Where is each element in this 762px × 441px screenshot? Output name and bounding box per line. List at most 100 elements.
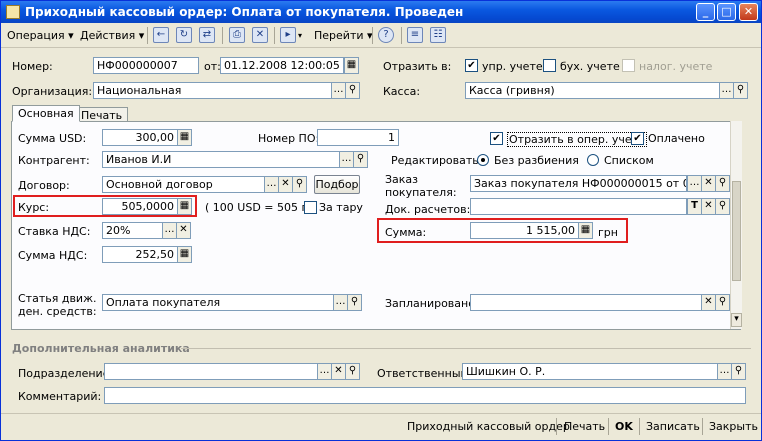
vat-sum-calculator-icon[interactable]: ▦	[177, 246, 192, 263]
back-arrow-icon[interactable]: ←	[153, 27, 169, 43]
planned-search-icon[interactable]: ⚲	[715, 294, 730, 311]
upr-checkbox[interactable]: ✔	[465, 59, 478, 72]
vat-sum-field[interactable]: 252,50	[102, 246, 178, 263]
sum-usd-field[interactable]: 300,00	[102, 129, 178, 146]
date-field[interactable]: 01.12.2008 12:00:05	[220, 57, 344, 74]
select-button[interactable]: Подбор	[314, 175, 360, 194]
doc-calc-label: Док. расчетов:	[385, 203, 471, 216]
rate-field[interactable]: 505,0000	[102, 198, 178, 215]
responsible-search-icon[interactable]: ⚲	[731, 363, 746, 380]
toolbar-separator	[401, 27, 402, 44]
vat-rate-ellipsis-icon[interactable]: …	[162, 222, 177, 239]
planned-clear-icon[interactable]: ✕	[701, 294, 716, 311]
doc-calc-clear-icon[interactable]: ✕	[701, 198, 716, 215]
calendar-icon[interactable]: ▦	[344, 57, 359, 74]
print-form-button[interactable]: Приходный кассовый ордер	[407, 420, 570, 433]
counterparty-search-icon[interactable]: ⚲	[353, 151, 368, 168]
reflect-oper-label: Отразить в опер. учете	[507, 132, 647, 147]
buh-checkbox[interactable]	[543, 59, 556, 72]
counterparty-field[interactable]: Иванов И.И	[102, 151, 340, 168]
print-preview-icon[interactable]: ⎙	[229, 27, 245, 43]
upr-label: упр. учете	[482, 60, 543, 73]
minimize-button[interactable]: _	[696, 3, 715, 21]
vat-rate-field[interactable]: 20%	[102, 222, 163, 239]
reflect-oper-checkbox[interactable]: ✔	[490, 132, 503, 145]
doc-calc-type-icon[interactable]: T	[687, 198, 702, 215]
responsible-field[interactable]: Шишкин О. Р.	[462, 363, 718, 380]
vat-sum-label: Сумма НДС:	[18, 249, 88, 262]
org-ellipsis-icon[interactable]: …	[331, 82, 346, 99]
order-label-line2: покупателя:	[385, 186, 457, 199]
save-button[interactable]: Записать	[646, 420, 700, 433]
kassa-ellipsis-icon[interactable]: …	[719, 82, 734, 99]
responsible-ellipsis-icon[interactable]: …	[717, 363, 732, 380]
help-icon[interactable]: ?	[378, 27, 394, 43]
organization-field[interactable]: Национальная	[93, 82, 332, 99]
kassa-field[interactable]: Касса (гривня)	[465, 82, 720, 99]
enter-based-dropdown-icon[interactable]: ▾	[298, 26, 302, 45]
division-search-icon[interactable]: ⚲	[345, 363, 360, 380]
cashflow-search-icon[interactable]: ⚲	[347, 294, 362, 311]
nalog-checkbox[interactable]	[622, 59, 635, 72]
print-button[interactable]: Печать	[564, 420, 605, 433]
ok-button[interactable]: OK	[615, 420, 633, 433]
doc-calc-field[interactable]	[470, 198, 687, 215]
enter-based-icon[interactable]: ▸	[280, 27, 296, 43]
currency-label: грн	[598, 226, 618, 239]
window-title: Приходный кассовый ордер: Оплата от поку…	[25, 5, 464, 19]
bottom-separator	[608, 418, 609, 435]
sum-field[interactable]: 1 515,00	[470, 222, 579, 239]
paid-checkbox[interactable]: ✔	[631, 132, 644, 145]
transfer-icon[interactable]: ⇄	[199, 27, 215, 43]
close-window-button[interactable]: ✕	[739, 3, 758, 21]
contract-search-icon[interactable]: ⚲	[292, 176, 307, 193]
maximize-button[interactable]: □	[717, 3, 736, 21]
goto-menu[interactable]: Перейти ▾	[314, 26, 373, 45]
division-clear-icon[interactable]: ✕	[331, 363, 346, 380]
extra-section-title: Дополнительная аналитика	[12, 342, 190, 355]
sum-calculator-icon[interactable]: ▦	[578, 222, 593, 239]
counterparty-ellipsis-icon[interactable]: …	[339, 151, 354, 168]
contract-field[interactable]: Основной договор	[102, 176, 265, 193]
contract-clear-icon[interactable]: ✕	[278, 176, 293, 193]
refresh-icon[interactable]: ↻	[176, 27, 192, 43]
vat-rate-clear-icon[interactable]: ✕	[176, 222, 191, 239]
comment-field[interactable]	[104, 387, 746, 404]
list-radio[interactable]	[587, 154, 599, 166]
sum-usd-calculator-icon[interactable]: ▦	[177, 129, 192, 146]
actions-menu[interactable]: Действия ▾	[80, 26, 144, 45]
list-view-icon[interactable]: ≡	[407, 27, 423, 43]
doc-calc-search-icon[interactable]: ⚲	[715, 198, 730, 215]
close-button[interactable]: Закрыть	[709, 420, 758, 433]
paid-label: Оплачено	[648, 132, 705, 145]
kassa-search-icon[interactable]: ⚲	[733, 82, 748, 99]
rate-calculator-icon[interactable]: ▦	[177, 198, 192, 215]
vat-rate-label: Ставка НДС:	[18, 225, 91, 238]
structure-icon[interactable]: ☷	[430, 27, 446, 43]
vertical-scrollbar[interactable]: ▾	[730, 121, 742, 329]
cashflow-ellipsis-icon[interactable]: …	[333, 294, 348, 311]
order-field[interactable]: Заказ покупателя НФ000000015 от 01.12...	[470, 175, 687, 192]
bottom-separator	[639, 418, 640, 435]
number-field[interactable]: НФ000000007	[93, 57, 199, 74]
planned-label: Запланировано:	[385, 297, 479, 310]
order-search-icon[interactable]: ⚲	[715, 175, 730, 192]
tara-checkbox[interactable]	[304, 201, 317, 214]
delete-doc-icon[interactable]: ✕	[252, 27, 268, 43]
order-ellipsis-icon[interactable]: …	[687, 175, 702, 192]
planned-field[interactable]	[470, 294, 702, 311]
tab-print[interactable]: Печать	[75, 107, 129, 122]
scroll-thumb[interactable]	[732, 181, 741, 281]
no-split-radio[interactable]	[477, 154, 489, 166]
operation-menu[interactable]: Операция ▾	[7, 26, 74, 45]
cashflow-field[interactable]: Оплата покупателя	[102, 294, 334, 311]
division-field[interactable]	[104, 363, 318, 380]
order-clear-icon[interactable]: ✕	[701, 175, 716, 192]
scroll-down-icon[interactable]: ▾	[731, 313, 742, 327]
cashflow-label-line2: ден. средств:	[18, 305, 97, 318]
contract-ellipsis-icon[interactable]: …	[264, 176, 279, 193]
tab-main[interactable]: Основная	[12, 105, 80, 122]
org-search-icon[interactable]: ⚲	[345, 82, 360, 99]
nomer-po-field[interactable]: 1	[317, 129, 399, 146]
division-ellipsis-icon[interactable]: …	[317, 363, 332, 380]
